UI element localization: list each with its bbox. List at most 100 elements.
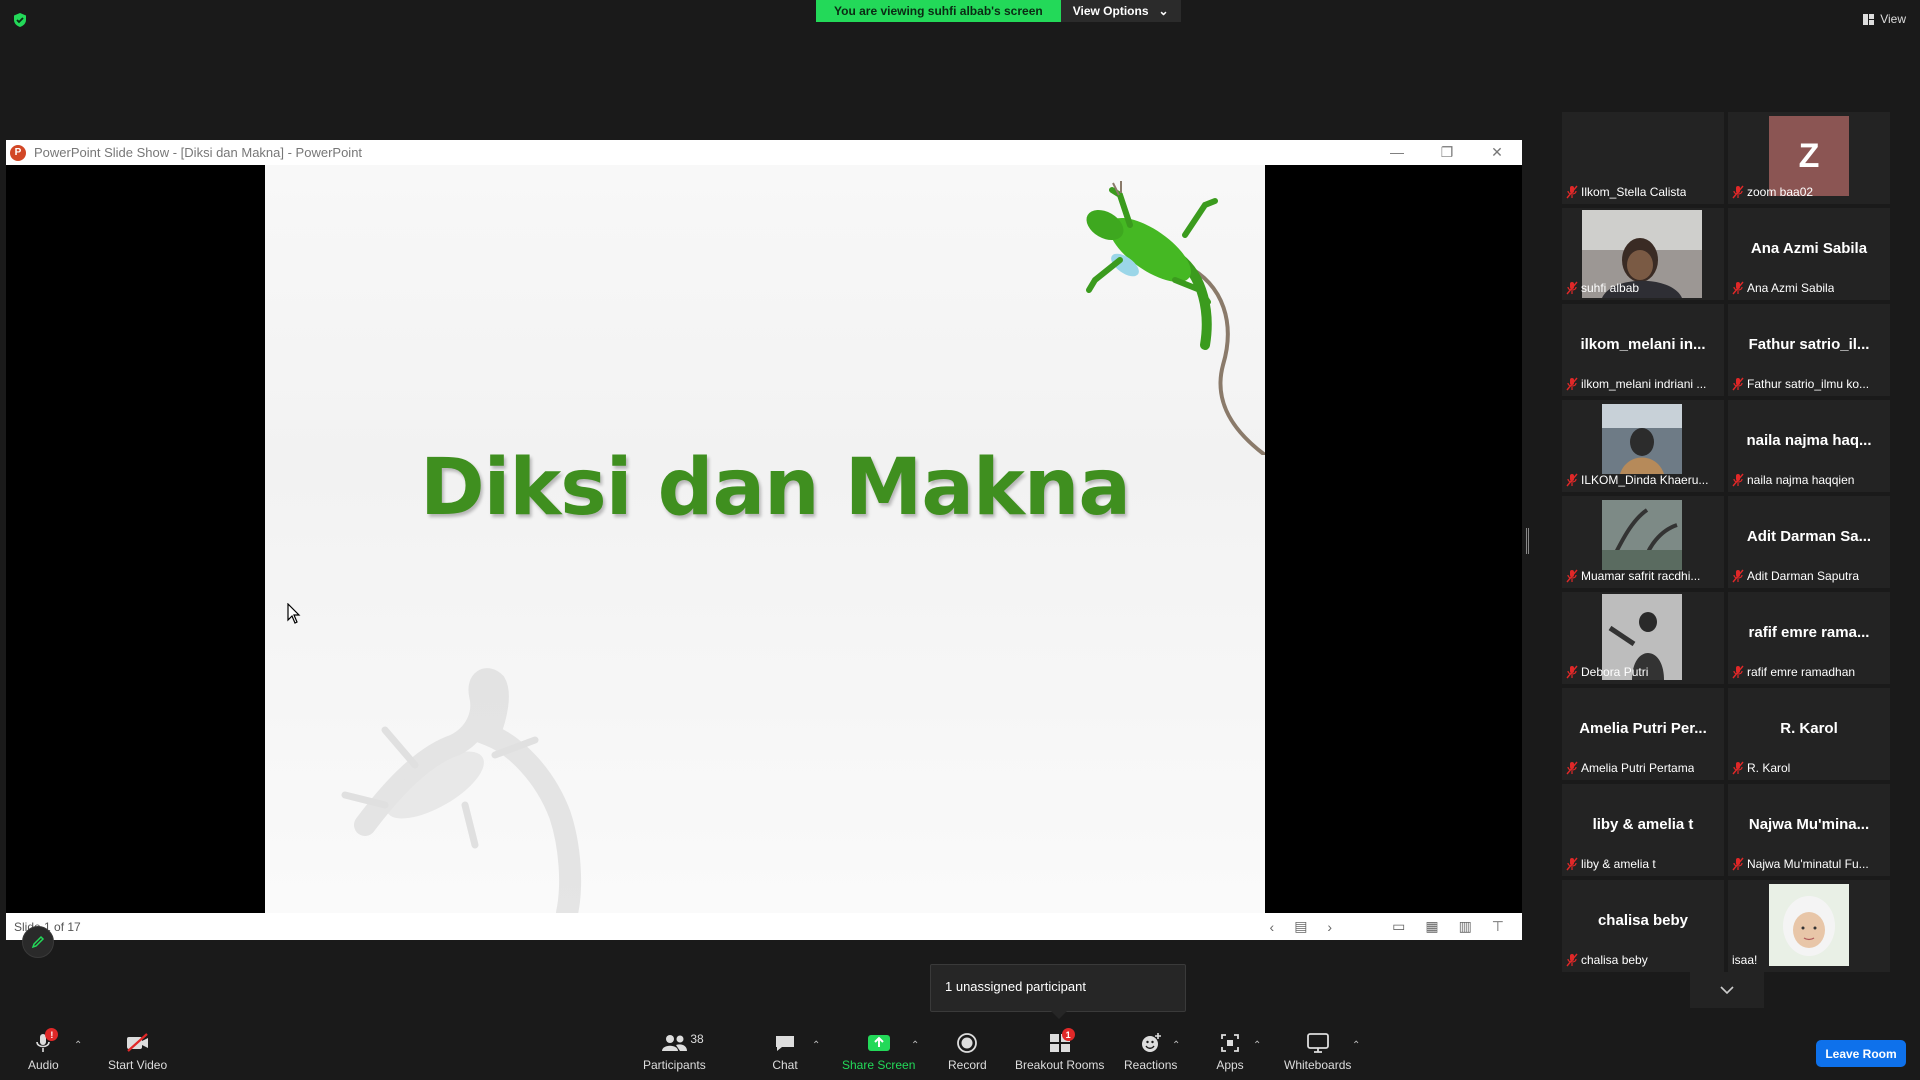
viewing-status-text: You are viewing suhfi albab's screen xyxy=(816,0,1061,22)
participant-name-label: Najwa Mu'minatul Fu... xyxy=(1732,856,1869,872)
grid-view-icon xyxy=(1863,13,1875,25)
reading-view-icon[interactable]: ▥ xyxy=(1459,918,1472,935)
participant-tile[interactable]: chalisa beby chalisa beby xyxy=(1562,880,1724,972)
normal-view-icon[interactable]: ▭ xyxy=(1392,918,1405,935)
mic-muted-icon xyxy=(1732,185,1744,199)
participant-tile[interactable]: ilkom_melani in... ilkom_melani indriani … xyxy=(1562,304,1724,396)
apps-button[interactable]: Apps xyxy=(1215,1030,1245,1072)
previous-slide-icon[interactable]: ‹ xyxy=(1270,919,1275,935)
unassigned-participant-toast[interactable]: 1 unassigned participant xyxy=(930,964,1186,1019)
participant-tile[interactable]: Debora Putri xyxy=(1562,592,1724,684)
breakout-rooms-button[interactable]: 1 Breakout Rooms xyxy=(1015,1028,1104,1072)
participants-button[interactable]: 38 Participants xyxy=(643,1030,706,1072)
reactions-button[interactable]: Reactions xyxy=(1124,1030,1177,1072)
panel-resize-handle[interactable] xyxy=(1526,528,1529,554)
toast-text: 1 unassigned participant xyxy=(945,979,1086,994)
slide[interactable]: Diksi dan Makna xyxy=(265,165,1265,913)
apps-icon xyxy=(1221,1034,1239,1052)
participant-display-name: Fathur satrio_il... xyxy=(1748,336,1870,353)
participant-tile[interactable]: naila najma haq... naila najma haqqien xyxy=(1728,400,1890,492)
audio-options-caret-icon[interactable]: ⌃ xyxy=(74,1040,82,1051)
participant-tile[interactable]: Najwa Mu'mina... Najwa Mu'minatul Fu... xyxy=(1728,784,1890,876)
share-options-caret-icon[interactable]: ⌃ xyxy=(911,1040,919,1051)
participant-tile[interactable]: Ilkom_Stella Calista xyxy=(1562,112,1724,204)
slide-area: Diksi dan Makna xyxy=(6,165,1522,913)
slide-menu-icon[interactable]: ▤ xyxy=(1294,918,1307,935)
participant-tile[interactable]: Amelia Putri Per... Amelia Putri Pertama xyxy=(1562,688,1724,780)
participant-label-text: liby & amelia t xyxy=(1581,857,1656,871)
share-screen-button[interactable]: Share Screen xyxy=(842,1030,915,1072)
annotate-pen-button[interactable] xyxy=(22,926,54,958)
chat-icon xyxy=(776,1036,794,1051)
reactions-options-caret-icon[interactable]: ⌃ xyxy=(1172,1040,1180,1051)
participants-label: Participants xyxy=(643,1058,706,1072)
video-off-icon xyxy=(126,1033,148,1052)
close-icon[interactable]: ✕ xyxy=(1472,144,1522,161)
green-lizard-image xyxy=(1086,181,1265,455)
participant-tile[interactable]: Adit Darman Sa... Adit Darman Saputra xyxy=(1728,496,1890,588)
whiteboards-button[interactable]: Whiteboards xyxy=(1284,1030,1351,1072)
view-label: View xyxy=(1880,12,1906,26)
gallery-next-page-button[interactable] xyxy=(1690,972,1764,1008)
chevron-down-icon xyxy=(1720,986,1734,994)
participant-display-name: Adit Darman Sa... xyxy=(1746,528,1872,545)
participant-label-text: ilkom_melani indriani ... xyxy=(1581,377,1707,391)
participant-tile[interactable]: ILKOM_Dinda Khaeru... xyxy=(1562,400,1724,492)
participant-tile[interactable]: R. Karol R. Karol xyxy=(1728,688,1890,780)
participant-name-label: Amelia Putri Pertama xyxy=(1566,760,1694,776)
participant-label-text: isaa! xyxy=(1732,953,1758,967)
participant-label-text: Amelia Putri Pertama xyxy=(1581,761,1695,775)
slideshow-view-icon[interactable]: ⊤ xyxy=(1492,918,1504,935)
participant-label-text: rafif emre ramadhan xyxy=(1747,665,1856,679)
participant-display-name: Amelia Putri Per... xyxy=(1579,720,1707,737)
whiteboards-options-caret-icon[interactable]: ⌃ xyxy=(1352,1040,1360,1051)
powerpoint-logo-icon: P xyxy=(10,144,26,161)
next-slide-icon[interactable]: › xyxy=(1327,919,1332,935)
participant-label-text: Muamar safrit racdhi... xyxy=(1581,569,1701,583)
participant-display-name: R. Karol xyxy=(1780,720,1838,737)
record-button[interactable]: Record xyxy=(948,1030,987,1072)
participant-name-label: liby & amelia t xyxy=(1566,856,1656,872)
view-options-label: View Options xyxy=(1072,4,1149,18)
apps-label: Apps xyxy=(1216,1058,1244,1072)
participant-name-label: Debora Putri xyxy=(1566,664,1648,680)
participant-photo xyxy=(1602,500,1682,570)
slide-sorter-icon[interactable]: ▦ xyxy=(1425,918,1438,935)
participants-icon xyxy=(662,1035,688,1051)
participant-tile[interactable]: Fathur satrio_il... Fathur satrio_ilmu ko… xyxy=(1728,304,1890,396)
mic-muted-icon xyxy=(1566,377,1578,391)
slide-title: Diksi dan Makna xyxy=(419,443,1131,533)
ppt-statusbar: Slide 1 of 17 ‹ ▤ › ▭ ▦ ▥ ⊤ xyxy=(6,913,1522,940)
record-label: Record xyxy=(948,1058,987,1072)
shared-screen[interactable]: P PowerPoint Slide Show - [Diksi dan Mak… xyxy=(6,140,1522,940)
viewing-banner: You are viewing suhfi albab's screen Vie… xyxy=(816,0,1181,22)
mic-muted-icon xyxy=(1566,185,1578,199)
start-video-button[interactable]: Start Video xyxy=(108,1030,167,1072)
smiley-icon xyxy=(1141,1033,1161,1052)
participant-display-name: liby & amelia t xyxy=(1592,816,1694,833)
view-button[interactable]: View xyxy=(1863,12,1906,26)
chat-button[interactable]: Chat xyxy=(770,1030,800,1072)
participant-display-name: Ana Azmi Sabila xyxy=(1750,240,1868,257)
participant-tile[interactable]: Muamar safrit racdhi... xyxy=(1562,496,1724,588)
participant-tile[interactable]: Zzoom baa02 xyxy=(1728,112,1890,204)
participant-tile[interactable]: suhfi albab xyxy=(1562,208,1724,300)
restore-icon[interactable]: ❐ xyxy=(1422,144,1472,161)
participant-tile[interactable]: isaa! xyxy=(1728,880,1890,972)
participant-tile[interactable]: rafif emre rama... rafif emre ramadhan xyxy=(1728,592,1890,684)
apps-options-caret-icon[interactable]: ⌃ xyxy=(1253,1040,1261,1051)
participant-name-label: Adit Darman Saputra xyxy=(1732,568,1859,584)
chat-options-caret-icon[interactable]: ⌃ xyxy=(812,1040,820,1051)
participant-name-label: Fathur satrio_ilmu ko... xyxy=(1732,376,1869,392)
participant-label-text: Ana Azmi Sabila xyxy=(1747,281,1835,295)
mic-muted-icon xyxy=(1566,857,1578,871)
participant-tile[interactable]: liby & amelia t liby & amelia t xyxy=(1562,784,1724,876)
view-options-button[interactable]: View Options ⌄ xyxy=(1060,0,1181,22)
participant-label-text: chalisa beby xyxy=(1581,953,1648,967)
mic-muted-icon xyxy=(1732,569,1744,583)
participant-tile[interactable]: Ana Azmi Sabila Ana Azmi Sabila xyxy=(1728,208,1890,300)
minimize-icon[interactable]: — xyxy=(1372,144,1422,161)
leave-room-button[interactable]: Leave Room xyxy=(1816,1040,1906,1067)
audio-button[interactable]: ! Audio xyxy=(28,1028,59,1072)
security-shield-icon[interactable] xyxy=(12,12,28,28)
